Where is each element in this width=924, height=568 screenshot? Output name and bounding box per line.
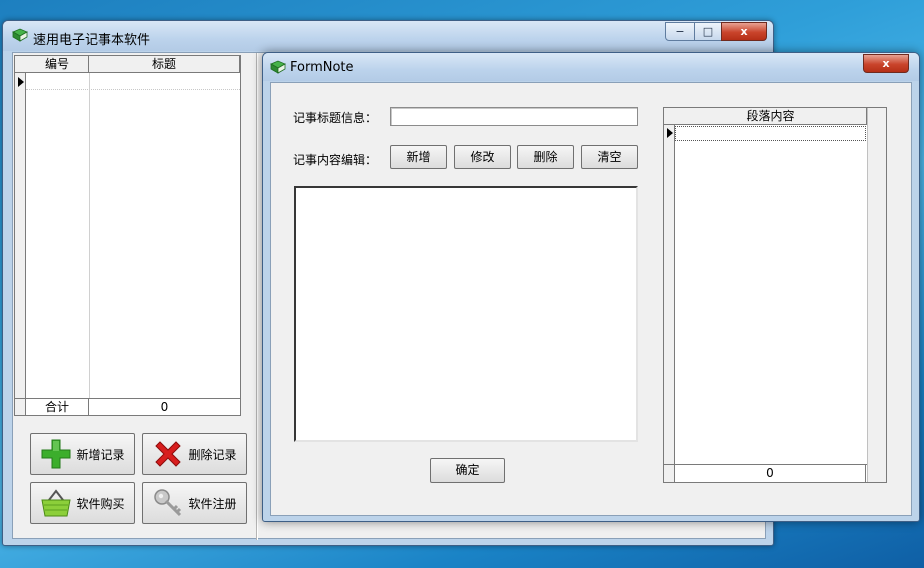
notebook-app-icon	[12, 28, 28, 42]
basket-icon	[41, 489, 72, 517]
paragraph-grid[interactable]: 段落内容 0	[663, 107, 887, 483]
footer-total-value: 0	[160, 400, 169, 414]
maximize-button[interactable]: □	[694, 22, 722, 41]
formnote-close-button[interactable]: x	[863, 54, 909, 73]
note-title-input[interactable]	[390, 107, 638, 126]
main-title-bar[interactable]: 速用电子记事本软件 − □ x	[3, 21, 773, 51]
delete-x-icon	[155, 441, 182, 467]
column-header-title[interactable]: 标题	[89, 56, 240, 73]
formnote-client-area: 记事标题信息： 记事内容编辑： 新增 修改 删除 清空 确定 段落内容 0	[270, 82, 912, 516]
formnote-title: FormNote	[290, 60, 354, 75]
buy-software-label: 软件购买	[76, 496, 125, 511]
note-content-textarea[interactable]	[294, 186, 638, 442]
notebook-app-icon	[270, 60, 286, 74]
column-divider	[89, 73, 90, 398]
add-record-label: 新增记录	[76, 447, 125, 462]
minimize-button[interactable]: −	[665, 22, 695, 41]
clear-paragraph-button[interactable]: 清空	[581, 145, 638, 169]
register-software-button[interactable]: 软件注册	[142, 482, 247, 524]
current-row-arrow-icon	[18, 77, 24, 87]
delete-record-button[interactable]: 删除记录	[142, 433, 247, 475]
key-icon	[154, 489, 182, 517]
records-grid-header: 编号 标题	[15, 56, 240, 73]
current-row-arrow-icon	[667, 128, 673, 138]
delete-paragraph-button[interactable]: 删除	[517, 145, 574, 169]
row-indicator-column	[664, 108, 675, 482]
note-content-label: 记事内容编辑：	[293, 153, 378, 167]
footer-total-label: 合计	[26, 399, 89, 415]
note-title-label: 记事标题信息：	[293, 111, 378, 125]
modify-paragraph-button[interactable]: 修改	[454, 145, 511, 169]
add-paragraph-button[interactable]: 新增	[390, 145, 447, 169]
close-button[interactable]: x	[721, 22, 767, 41]
plus-icon	[41, 439, 71, 469]
confirm-button[interactable]: 确定	[430, 458, 505, 483]
row-indicator-column	[15, 56, 26, 415]
panel-divider	[256, 53, 258, 540]
paragraph-footer-value: 0	[675, 465, 866, 482]
register-software-label: 软件注册	[188, 496, 237, 511]
records-grid[interactable]: 编号 标题 合计 0	[14, 55, 241, 416]
footer-indicator	[15, 399, 26, 415]
formnote-window: FormNote x 记事标题信息： 记事内容编辑： 新增 修改 删除 清空 确…	[262, 52, 920, 522]
table-row[interactable]	[26, 74, 240, 90]
table-row[interactable]	[675, 126, 866, 141]
footer-indicator	[664, 465, 675, 482]
delete-record-label: 删除记录	[188, 447, 237, 462]
records-grid-footer: 合计 0	[15, 398, 240, 415]
formnote-title-bar[interactable]: FormNote x	[263, 53, 919, 81]
column-header-paragraph[interactable]: 段落内容	[675, 108, 867, 125]
buy-software-button[interactable]: 软件购买	[30, 482, 135, 524]
paragraph-grid-footer: 0	[664, 464, 867, 482]
paragraph-grid-scroll-area	[867, 108, 886, 482]
add-record-button[interactable]: 新增记录	[30, 433, 135, 475]
main-window-title: 速用电子记事本软件	[33, 33, 151, 48]
column-header-number[interactable]: 编号	[26, 56, 89, 73]
paragraph-grid-header: 段落内容	[664, 108, 867, 125]
